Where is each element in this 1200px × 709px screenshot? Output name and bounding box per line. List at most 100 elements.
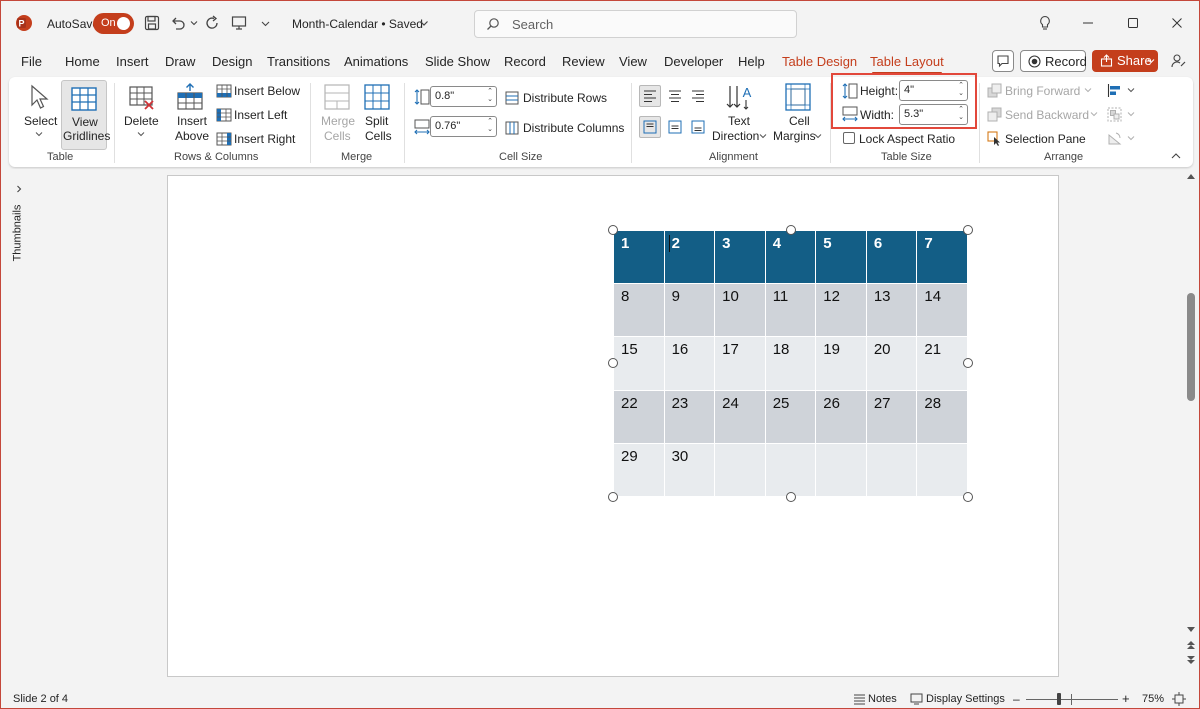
spin-arrows-icon[interactable]: ⌃ ⌄ [487,88,493,104]
calendar-cell[interactable] [815,442,867,498]
align-right-icon[interactable] [688,86,708,106]
zoom-level[interactable]: 75% [1142,693,1164,705]
calendar-cell[interactable]: 27 [865,389,918,444]
calendar-cell[interactable]: 1 [613,229,665,285]
undo-icon[interactable] [169,14,187,32]
record-button[interactable]: Record [1020,50,1087,72]
calendar-cell[interactable]: 5 [815,229,867,285]
resize-handle-top-right[interactable] [963,225,973,235]
insert-right-button[interactable]: Insert Right [234,132,295,146]
calendar-cell[interactable]: 13 [865,283,918,338]
tab-animations[interactable]: Animations [344,54,408,69]
present-from-beginning-icon[interactable] [230,14,248,32]
rotate-icon[interactable] [1106,130,1123,147]
maximize-icon[interactable] [1124,14,1142,32]
tab-record[interactable]: Record [504,54,546,69]
display-settings-button[interactable]: Display Settings [926,693,1005,705]
calendar-cell[interactable]: 3 [714,229,766,285]
zoom-slider-track[interactable] [1026,699,1118,700]
calendar-cell[interactable]: 24 [714,389,766,444]
resize-handle-bottom[interactable] [786,492,796,502]
tab-transitions[interactable]: Transitions [267,54,330,69]
cell-height-input[interactable]: 0.8" ⌃ ⌄ [430,86,497,107]
autosave-toggle[interactable]: On [93,13,134,34]
previous-slide-icon[interactable] [1185,639,1197,651]
calendar-cell[interactable]: 19 [815,336,867,391]
align-bottom-icon[interactable] [688,117,708,137]
calendar-cell[interactable]: 4 [764,229,817,285]
tab-view[interactable]: View [619,54,647,69]
calendar-cell[interactable]: 23 [663,389,716,444]
cell-width-input[interactable]: 0.76" ⌃ ⌄ [430,116,497,137]
scroll-down-icon[interactable] [1185,625,1197,635]
bring-forward-button[interactable]: Bring Forward [1005,84,1080,98]
calendar-cell[interactable]: 29 [613,442,665,498]
resize-handle-top-left[interactable] [608,225,618,235]
search-box[interactable]: Search [474,10,797,38]
save-icon[interactable] [143,14,161,32]
vertical-scrollbar-thumb[interactable] [1187,293,1195,401]
calendar-cell[interactable]: 28 [916,389,968,444]
share-button[interactable]: Share [1092,50,1158,72]
resize-handle-right[interactable] [963,358,973,368]
resize-handle-bottom-right[interactable] [963,492,973,502]
tab-slide-show[interactable]: Slide Show [425,54,490,69]
chevron-down-icon[interactable] [417,15,431,31]
tab-file[interactable]: File [21,54,42,69]
align-left-button[interactable] [639,85,661,107]
calendar-cell[interactable]: 17 [714,336,766,391]
calendar-table[interactable]: 1 2 3 4 5 6 7 8 9 10 11 12 13 14 15 16 17 18 19 20 21 22 23 24 2… [613,229,968,498]
calendar-cell[interactable]: 11 [764,283,817,338]
tab-developer[interactable]: Developer [664,54,723,69]
lock-aspect-ratio-checkbox[interactable] [843,132,855,144]
view-gridlines-button[interactable]: View Gridlines [61,80,110,150]
align-top-button[interactable] [639,116,661,138]
distribute-rows-button[interactable]: Distribute Rows [523,91,607,105]
tab-help[interactable]: Help [738,54,765,69]
calendar-cell[interactable]: 14 [916,283,968,338]
scroll-up-icon[interactable] [1185,171,1197,181]
next-slide-icon[interactable] [1185,654,1197,666]
tab-insert[interactable]: Insert [116,54,149,69]
feedback-icon[interactable] [1168,51,1188,71]
calendar-cell[interactable]: 20 [865,336,918,391]
minimize-icon[interactable] [1079,14,1097,32]
lightbulb-icon[interactable] [1036,14,1054,32]
calendar-cell[interactable] [865,442,918,498]
resize-handle-left[interactable] [608,358,618,368]
tab-review[interactable]: Review [562,54,605,69]
tab-draw[interactable]: Draw [165,54,195,69]
insert-left-button[interactable]: Insert Left [234,108,287,122]
fit-slide-icon[interactable] [1171,691,1187,707]
calendar-cell[interactable] [764,442,817,498]
resize-handle-top[interactable] [786,225,796,235]
customize-toolbar-icon[interactable] [259,14,271,32]
tab-home[interactable]: Home [65,54,100,69]
calendar-cell[interactable]: 16 [663,336,716,391]
resize-handle-bottom-left[interactable] [608,492,618,502]
calendar-cell[interactable]: 8 [613,283,665,338]
chevron-right-icon[interactable] [13,183,25,195]
lock-aspect-ratio-label[interactable]: Lock Aspect Ratio [859,132,955,146]
comments-button[interactable] [992,50,1014,72]
close-icon[interactable] [1168,14,1186,32]
tab-design[interactable]: Design [212,54,252,69]
align-middle-icon[interactable] [665,117,685,137]
distribute-columns-button[interactable]: Distribute Columns [523,121,624,135]
calendar-cell[interactable]: 30 [663,442,716,498]
align-center-icon[interactable] [665,86,685,106]
calendar-cell[interactable]: 26 [815,389,867,444]
calendar-cell[interactable]: 18 [764,336,817,391]
zoom-slider-thumb[interactable] [1057,693,1061,705]
calendar-cell[interactable] [916,442,968,498]
calendar-cell[interactable]: 21 [916,336,968,391]
zoom-in-button[interactable]: + [1122,691,1130,706]
calendar-cell[interactable]: 9 [663,283,716,338]
calendar-cell[interactable]: 7 [916,229,968,285]
calendar-cell[interactable]: 25 [764,389,817,444]
powerpoint-logo-icon[interactable]: P [15,14,33,32]
zoom-out-button[interactable]: – [1013,692,1020,706]
align-objects-icon[interactable] [1106,82,1123,99]
undo-dropdown-icon[interactable] [189,14,199,32]
tab-table-design[interactable]: Table Design [782,54,857,69]
